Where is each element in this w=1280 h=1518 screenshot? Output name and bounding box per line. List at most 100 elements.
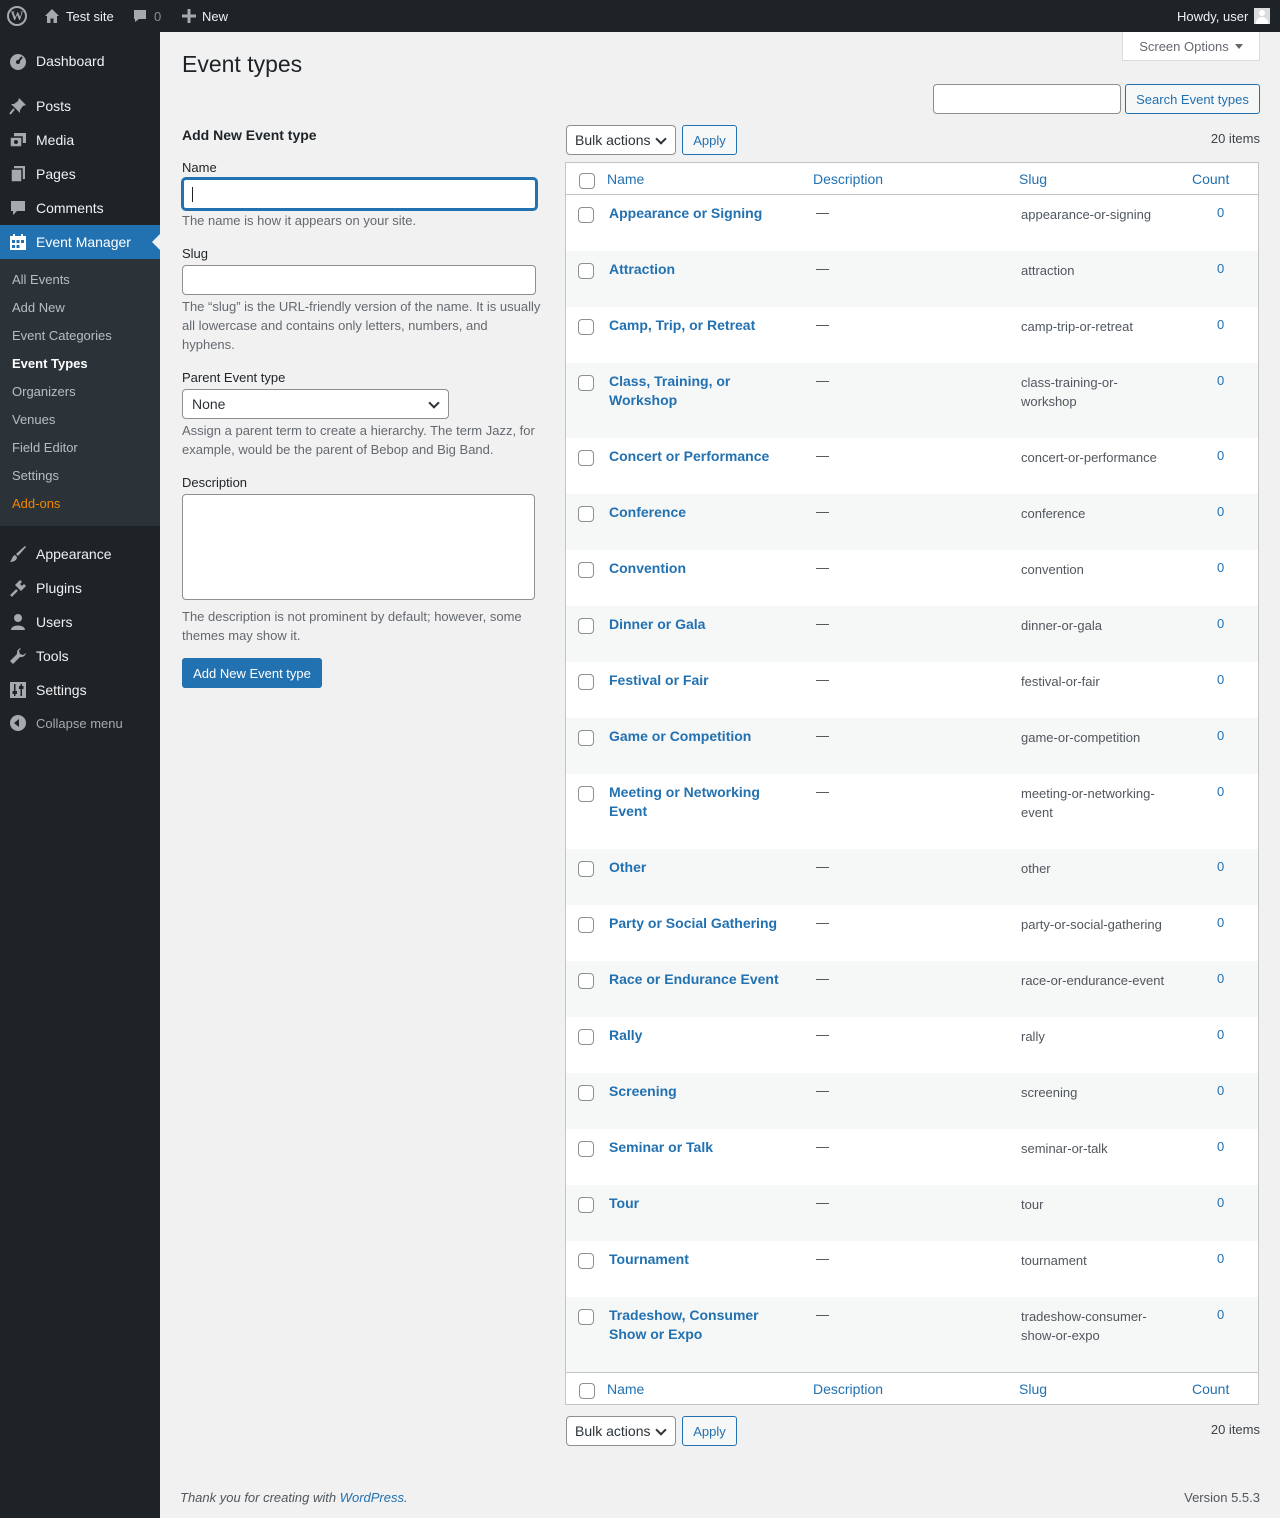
row-checkbox[interactable] [578,375,594,391]
menu-appearance[interactable]: Appearance [0,537,160,571]
submenu-add-ons[interactable]: Add-ons [12,496,60,511]
row-checkbox[interactable] [578,207,594,223]
menu-dashboard[interactable]: Dashboard [0,44,160,78]
column-slug-header[interactable]: Slug [1019,171,1047,187]
row-count-link[interactable]: 0 [1217,971,1224,986]
row-name-link[interactable]: Party or Social Gathering [609,914,789,933]
column-description-header[interactable]: Description [813,171,883,187]
row-name-link[interactable]: Attraction [609,260,789,279]
row-checkbox[interactable] [578,1141,594,1157]
row-checkbox[interactable] [578,1029,594,1045]
column-count-header[interactable]: Count [1192,171,1229,187]
row-count-link[interactable]: 0 [1217,373,1224,388]
row-name-link[interactable]: Meeting or Networking Event [609,783,789,821]
row-name-link[interactable]: Seminar or Talk [609,1138,789,1157]
search-button[interactable]: Search Event types [1125,84,1260,114]
row-checkbox[interactable] [578,450,594,466]
row-name-link[interactable]: Screening [609,1082,789,1101]
screen-options-toggle[interactable]: Screen Options [1122,32,1260,61]
row-count-link[interactable]: 0 [1217,448,1224,463]
row-count-link[interactable]: 0 [1217,728,1224,743]
column-name-header[interactable]: Name [607,171,644,187]
submenu-organizers[interactable]: Organizers [12,384,76,399]
row-count-link[interactable]: 0 [1217,915,1224,930]
submenu-event-types[interactable]: Event Types [12,356,88,371]
row-name-link[interactable]: Tradeshow, Consumer Show or Expo [609,1306,789,1344]
row-count-link[interactable]: 0 [1217,317,1224,332]
select-all-checkbox[interactable] [579,173,595,189]
my-account-menu[interactable]: Howdy, user [1177,0,1271,32]
wordpress-logo-menu[interactable]: W [7,0,27,32]
row-name-link[interactable]: Appearance or Signing [609,204,789,223]
menu-event-manager[interactable]: Event Manager [0,225,160,259]
column-slug-footer[interactable]: Slug [1019,1381,1047,1397]
row-count-link[interactable]: 0 [1217,560,1224,575]
menu-users[interactable]: Users [0,605,160,639]
menu-media[interactable]: Media [0,123,160,157]
row-name-link[interactable]: Dinner or Gala [609,615,789,634]
row-count-link[interactable]: 0 [1217,616,1224,631]
row-count-link[interactable]: 0 [1217,205,1224,220]
submenu-add-new[interactable]: Add New [12,300,65,315]
description-textarea[interactable] [182,494,535,600]
row-checkbox[interactable] [578,917,594,933]
slug-input[interactable] [182,265,536,295]
row-count-link[interactable]: 0 [1217,1195,1224,1210]
select-all-checkbox-footer[interactable] [579,1383,595,1399]
menu-comments[interactable]: Comments [0,191,160,225]
name-input[interactable] [182,178,537,210]
row-checkbox[interactable] [578,618,594,634]
row-checkbox[interactable] [578,319,594,335]
row-checkbox[interactable] [578,1085,594,1101]
row-checkbox[interactable] [578,1197,594,1213]
apply-button-top[interactable]: Apply [682,125,737,155]
row-name-link[interactable]: Game or Competition [609,727,789,746]
search-input[interactable] [933,84,1121,114]
row-count-link[interactable]: 0 [1217,261,1224,276]
row-name-link[interactable]: Camp, Trip, or Retreat [609,316,789,335]
row-count-link[interactable]: 0 [1217,784,1224,799]
submenu-settings[interactable]: Settings [12,468,59,483]
row-count-link[interactable]: 0 [1217,1307,1224,1322]
column-description-footer[interactable]: Description [813,1381,883,1397]
site-name-link[interactable]: Test site [44,0,114,32]
collapse-menu-button[interactable]: Collapse menu [0,713,123,733]
row-count-link[interactable]: 0 [1217,1083,1224,1098]
menu-settings[interactable]: Settings [0,673,160,707]
menu-pages[interactable]: Pages [0,157,160,191]
row-count-link[interactable]: 0 [1217,859,1224,874]
row-checkbox[interactable] [578,973,594,989]
submenu-all-events[interactable]: All Events [12,272,70,287]
row-name-link[interactable]: Race or Endurance Event [609,970,789,989]
column-count-footer[interactable]: Count [1192,1381,1229,1397]
menu-tools[interactable]: Tools [0,639,160,673]
bulk-actions-select-bottom[interactable]: Bulk actions [566,1416,676,1446]
new-content-menu[interactable]: New [182,0,228,32]
bulk-actions-select-top[interactable]: Bulk actions [566,125,676,155]
row-name-link[interactable]: Tournament [609,1250,789,1269]
submenu-venues[interactable]: Venues [12,412,55,427]
menu-plugins[interactable]: Plugins [0,571,160,605]
apply-button-bottom[interactable]: Apply [682,1416,737,1446]
parent-select[interactable]: None [182,389,449,419]
row-name-link[interactable]: Class, Training, or Workshop [609,372,789,410]
row-count-link[interactable]: 0 [1217,1251,1224,1266]
row-checkbox[interactable] [578,861,594,877]
row-name-link[interactable]: Rally [609,1026,789,1045]
row-checkbox[interactable] [578,674,594,690]
row-name-link[interactable]: Concert or Performance [609,447,789,466]
add-new-event-type-button[interactable]: Add New Event type [182,658,322,688]
row-checkbox[interactable] [578,1309,594,1325]
column-name-footer[interactable]: Name [607,1381,644,1397]
row-name-link[interactable]: Festival or Fair [609,671,789,690]
row-count-link[interactable]: 0 [1217,672,1224,687]
row-count-link[interactable]: 0 [1217,1139,1224,1154]
submenu-field-editor[interactable]: Field Editor [12,440,78,455]
row-checkbox[interactable] [578,263,594,279]
submenu-event-categories[interactable]: Event Categories [12,328,112,343]
row-checkbox[interactable] [578,730,594,746]
row-checkbox[interactable] [578,506,594,522]
row-count-link[interactable]: 0 [1217,504,1224,519]
row-count-link[interactable]: 0 [1217,1027,1224,1042]
row-checkbox[interactable] [578,1253,594,1269]
